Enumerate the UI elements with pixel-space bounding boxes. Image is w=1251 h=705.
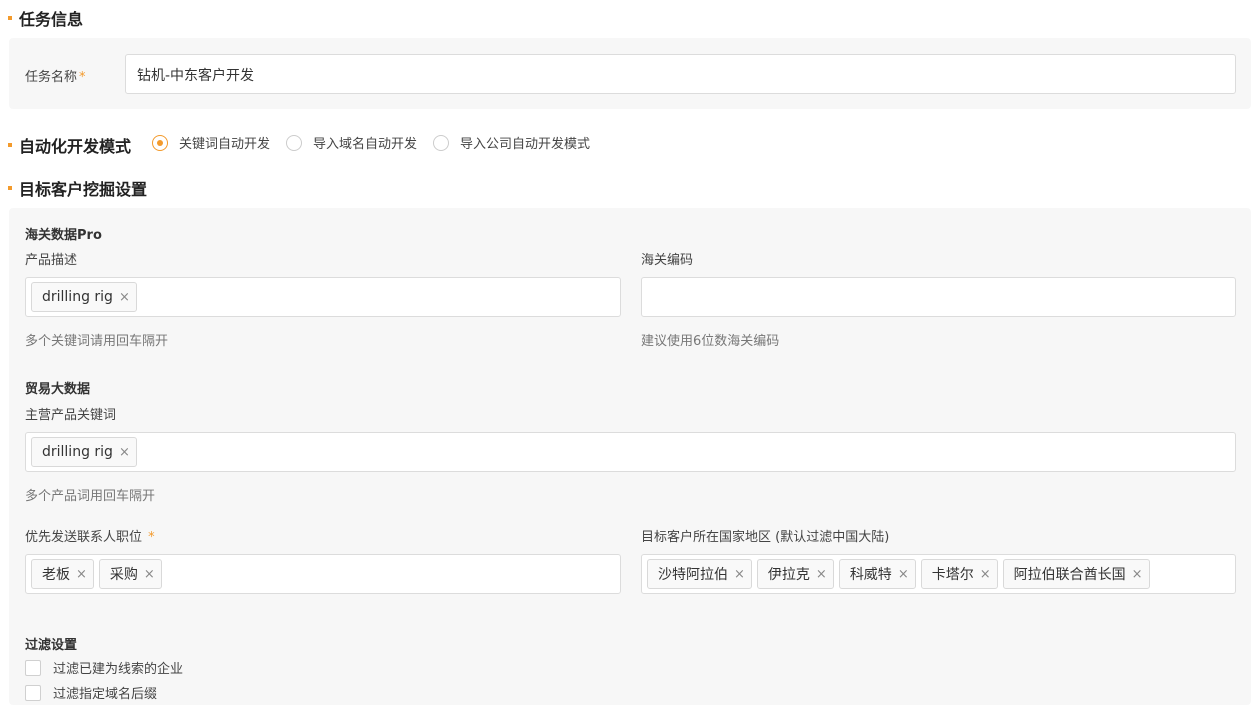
contact-position-label: 优先发送联系人职位 * [25,526,155,545]
hs-code-label: 海关编码 [641,253,694,268]
radio-keyword-mode[interactable]: 关键词自动开发 [152,133,270,152]
region-label: 目标客户所在国家地区 (默认过滤中国大陆) [641,530,890,545]
section-title-target: 目标客户挖掘设置 [8,176,147,200]
section-marker [8,16,12,20]
contact-position-label-text: 优先发送联系人职位 [25,530,143,545]
task-name-label: 任务名称 * [25,66,86,85]
target-panel: 海关数据Pro 产品描述 drilling rig × 多个关键词请用回车隔开 … [9,208,1251,705]
task-info-panel: 任务名称 * 钻机-中东客户开发 [9,38,1251,109]
filter-domain-suffix-checkbox[interactable]: 过滤指定域名后缀 [25,683,157,702]
product-tag: drilling rig × [31,282,137,312]
trade-group-title: 贸易大数据 [25,382,91,397]
main-keywords-hint: 多个产品词用回车隔开 [25,489,156,504]
radio-unchecked-icon [433,134,450,151]
main-keywords-input[interactable]: drilling rig × [25,432,1236,472]
radio-label: 导入域名自动开发 [313,137,418,152]
main-keywords-label: 主营产品关键词 [25,408,117,423]
filter-group-title: 过滤设置 [25,638,78,653]
region-tag: 卡塔尔 × [920,559,998,589]
product-desc-tags: drilling rig × [26,278,620,316]
task-name-input[interactable]: 钻机-中东客户开发 [125,54,1236,94]
region-input[interactable]: 沙特阿拉伯 × 伊拉克 × 科威特 × 卡塔尔 × 阿拉伯联合酋长国 × [641,554,1236,594]
radio-company-mode[interactable]: 导入公司自动开发模式 [433,133,590,152]
position-tag: 采购 × [98,559,162,589]
section-title-task-info: 任务信息 [8,6,83,30]
section-title-text: 自动化开发模式 [19,137,132,156]
tag-text: 卡塔尔 [931,567,974,583]
section-title-text: 任务信息 [19,10,84,29]
checkbox-label: 过滤指定域名后缀 [53,687,158,702]
region-tag: 伊拉克 × [756,559,834,589]
tag-text: 伊拉克 [767,567,810,583]
required-mark: * [79,70,86,85]
filter-existing-leads-checkbox[interactable]: 过滤已建为线索的企业 [25,658,183,677]
tag-text: drilling rig [42,289,113,305]
tag-close-icon[interactable]: × [734,567,745,582]
tag-close-icon[interactable]: × [980,567,991,582]
product-desc-hint: 多个关键词请用回车隔开 [25,334,169,349]
contact-position-input[interactable]: 老板 × 采购 × [25,554,621,594]
radio-checked-icon [152,134,168,151]
hs-code-hint: 建议使用6位数海关编码 [641,334,780,349]
region-tag: 沙特阿拉伯 × [647,559,752,589]
task-name-value: 钻机-中东客户开发 [137,68,255,84]
section-marker [8,186,12,190]
section-marker [8,143,12,147]
region-tags: 沙特阿拉伯 × 伊拉克 × 科威特 × 卡塔尔 × 阿拉伯联合酋长国 × [642,555,1235,593]
tag-close-icon[interactable]: × [1132,567,1143,582]
position-tag: 老板 × [31,559,94,589]
product-desc-input[interactable]: drilling rig × [25,277,621,317]
section-title-text: 目标客户挖掘设置 [19,180,148,199]
tag-close-icon[interactable]: × [119,445,130,460]
mode-radio-group: 关键词自动开发 导入域名自动开发 导入公司自动开发模式 [152,133,606,152]
tag-text: drilling rig [42,444,113,460]
tag-close-icon[interactable]: × [144,567,155,582]
tag-close-icon[interactable]: × [76,567,87,582]
keyword-tag: drilling rig × [31,437,137,467]
required-mark: * [148,530,155,545]
section-title-mode: 自动化开发模式 [8,133,131,157]
contact-position-tags: 老板 × 采购 × [26,555,620,593]
checkbox-unchecked-icon [25,684,41,701]
tag-close-icon[interactable]: × [898,567,909,582]
tag-text: 沙特阿拉伯 [658,567,728,583]
product-desc-label: 产品描述 [25,253,78,268]
tag-text: 阿拉伯联合酋长国 [1013,567,1126,583]
region-tag: 科威特 × [838,559,916,589]
radio-domain-mode[interactable]: 导入域名自动开发 [286,133,417,152]
checkbox-label: 过滤已建为线索的企业 [53,662,184,677]
tag-close-icon[interactable]: × [119,290,130,305]
radio-label: 导入公司自动开发模式 [460,137,591,152]
tag-text: 科威特 [849,567,892,583]
checkbox-unchecked-icon [25,659,41,676]
task-name-label-text: 任务名称 [25,70,78,85]
radio-label: 关键词自动开发 [179,137,271,152]
tag-text: 采购 [109,567,138,583]
radio-unchecked-icon [286,134,303,151]
tag-close-icon[interactable]: × [816,567,827,582]
main-keywords-tags: drilling rig × [26,433,1235,471]
region-tag: 阿拉伯联合酋长国 × [1002,559,1150,589]
tag-text: 老板 [42,567,70,583]
customs-group-title: 海关数据Pro [25,228,102,243]
hs-code-input[interactable] [641,277,1236,317]
